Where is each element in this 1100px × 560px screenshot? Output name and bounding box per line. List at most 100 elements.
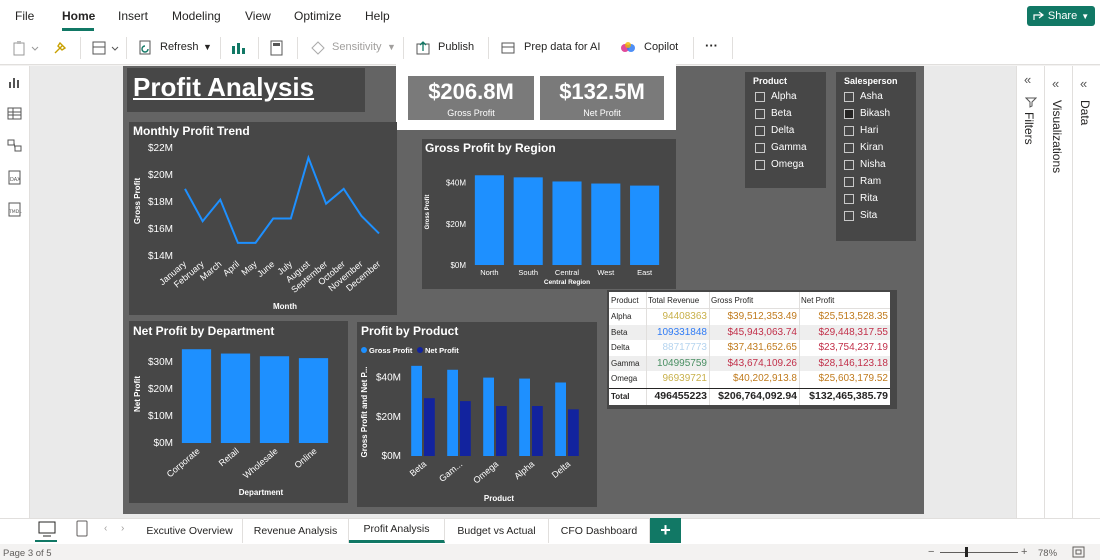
slicer-item-hari[interactable]: Hari: [844, 125, 890, 136]
table-header-cell: Total Revenue: [648, 296, 700, 305]
collapse-filters-icon[interactable]: «: [1024, 72, 1031, 87]
checkbox[interactable]: [844, 125, 854, 136]
copilot-icon[interactable]: [620, 40, 636, 56]
tab-profit-analysis[interactable]: Profit Analysis: [349, 518, 445, 543]
profit-table[interactable]: Product Total Revenue Gross Profit Net Prof…: [609, 292, 890, 405]
zoom-slider-thumb[interactable]: [965, 547, 968, 557]
menu-view[interactable]: View: [245, 9, 271, 23]
bar: [411, 365, 422, 456]
bar: [460, 401, 471, 456]
publish-icon[interactable]: [415, 40, 431, 56]
checkbox[interactable]: [844, 142, 854, 153]
bar: [259, 356, 290, 443]
fit-to-page-icon[interactable]: [1072, 546, 1085, 558]
slicer-item-ram[interactable]: Ram: [844, 176, 890, 187]
share-button[interactable]: Share ▼: [1027, 6, 1095, 26]
slicer-item-kiran[interactable]: Kiran: [844, 142, 890, 153]
tab-budget-vs-actual[interactable]: Budget vs Actual: [445, 518, 549, 543]
checkbox[interactable]: [755, 125, 765, 136]
tabs-scroll-left-icon[interactable]: ‹: [104, 523, 107, 534]
zoom-slider-track[interactable]: [940, 552, 1018, 553]
slicer-item-rita[interactable]: Rita: [844, 193, 890, 204]
tab-revenue-analysis[interactable]: Revenue Analysis: [243, 518, 349, 543]
prep-data-button[interactable]: Prep data for AI: [524, 41, 600, 53]
slicer-item-delta[interactable]: Delta: [755, 125, 807, 136]
checkbox[interactable]: [755, 142, 765, 153]
slicer-item-bikash[interactable]: Bikash: [844, 108, 890, 119]
more-options-button[interactable]: ···: [705, 38, 718, 53]
format-painter-icon[interactable]: [52, 40, 68, 56]
table-header-cell: Net Profit: [801, 296, 835, 305]
copilot-button[interactable]: Copilot: [644, 41, 678, 53]
menu-modeling[interactable]: Modeling: [172, 9, 221, 23]
checkbox[interactable]: [755, 91, 765, 102]
checkbox[interactable]: [844, 176, 854, 187]
new-visual-icon[interactable]: [230, 40, 246, 56]
refresh-button[interactable]: Refresh: [160, 41, 199, 53]
net-profit-label: Net Profit: [583, 108, 621, 118]
sensitivity-icon[interactable]: [310, 40, 326, 56]
menu-optimize[interactable]: Optimize: [294, 9, 341, 23]
slicer-item-asha[interactable]: Asha: [844, 91, 890, 102]
table-cell-product: Beta: [611, 327, 628, 337]
chevron-down-icon[interactable]: ▼: [203, 42, 212, 52]
checkbox[interactable]: [755, 108, 765, 119]
prep-data-icon[interactable]: [500, 40, 516, 56]
paste-icon[interactable]: [12, 40, 40, 56]
table-cell-revenue: 94408363: [662, 311, 708, 322]
calculator-icon[interactable]: [270, 40, 284, 56]
slicer-item-label: Rita: [860, 193, 878, 204]
tabs-scroll-right-icon[interactable]: ›: [121, 523, 124, 534]
checkbox[interactable]: [844, 193, 854, 204]
department-chart[interactable]: $0M $10M $20M $30M Corporate Retail Wholesale O…: [129, 338, 348, 503]
refresh-icon[interactable]: [138, 40, 154, 56]
region-chart[interactable]: $0M $20M $40M North South Central West East Cent…: [422, 156, 676, 289]
menu-home[interactable]: Home: [62, 9, 95, 23]
add-page-button[interactable]: +: [650, 518, 681, 543]
collapse-data-icon[interactable]: «: [1080, 76, 1087, 91]
share-label: Share: [1047, 10, 1078, 22]
checkbox[interactable]: [844, 108, 854, 119]
table-cell-gross-profit: $37,431,652.65: [727, 342, 797, 353]
slicer-item-beta[interactable]: Beta: [755, 108, 807, 119]
zoom-out-button[interactable]: −: [928, 546, 934, 558]
slicer-item-omega[interactable]: Omega: [755, 159, 807, 170]
x-tick-label: May: [239, 259, 259, 278]
menu-help[interactable]: Help: [365, 9, 390, 23]
y-tick-label: $16M: [148, 224, 173, 235]
gross-profit-value: $206.8M: [428, 79, 514, 104]
dax-query-view-icon[interactable]: DAX: [7, 170, 23, 186]
product-slicer-title: Product: [753, 76, 788, 86]
slicer-item-alpha[interactable]: Alpha: [755, 91, 807, 102]
checkbox[interactable]: [844, 91, 854, 102]
bar: [555, 382, 566, 456]
model-view-icon[interactable]: [7, 138, 23, 154]
product-chart[interactable]: $0M $20M $40M Beta Gam... Omega Alpha Delta Prod…: [357, 338, 597, 507]
slicer-item-sita[interactable]: Sita: [844, 210, 890, 221]
zoom-in-button[interactable]: +: [1021, 546, 1027, 558]
desktop-layout-icon[interactable]: [38, 521, 56, 537]
sensitivity-button[interactable]: Sensitivity: [332, 41, 382, 53]
mobile-layout-icon[interactable]: [76, 520, 88, 538]
share-icon: [1033, 11, 1044, 20]
tmdl-view-icon[interactable]: TMDL: [7, 202, 23, 218]
table-view-icon[interactable]: [7, 106, 23, 122]
slicer-item-gamma[interactable]: Gamma: [755, 142, 807, 153]
menu-insert[interactable]: Insert: [118, 9, 148, 23]
tab-excutive-overview[interactable]: Excutive Overview: [137, 518, 243, 543]
slicer-item-nisha[interactable]: Nisha: [844, 159, 890, 170]
monthly-trend-chart[interactable]: $14M$16M$18M$20M$22MJanuaryFebruaryMarch…: [129, 138, 397, 315]
visualizations-pane-label[interactable]: Visualizations: [1050, 100, 1064, 173]
collapse-visualizations-icon[interactable]: «: [1052, 76, 1059, 91]
filters-pane-label[interactable]: Filters: [1022, 112, 1036, 145]
report-view-icon[interactable]: [7, 74, 23, 90]
menu-file[interactable]: File: [15, 9, 34, 23]
tab-cfo-dashboard[interactable]: CFO Dashboard: [549, 518, 650, 543]
data-pane-label[interactable]: Data: [1078, 100, 1092, 125]
publish-button[interactable]: Publish: [438, 41, 474, 53]
checkbox[interactable]: [844, 159, 854, 170]
data-source-icon[interactable]: [92, 40, 120, 56]
checkbox[interactable]: [755, 159, 765, 170]
checkbox[interactable]: [844, 210, 854, 221]
chevron-down-icon[interactable]: ▼: [387, 42, 396, 52]
